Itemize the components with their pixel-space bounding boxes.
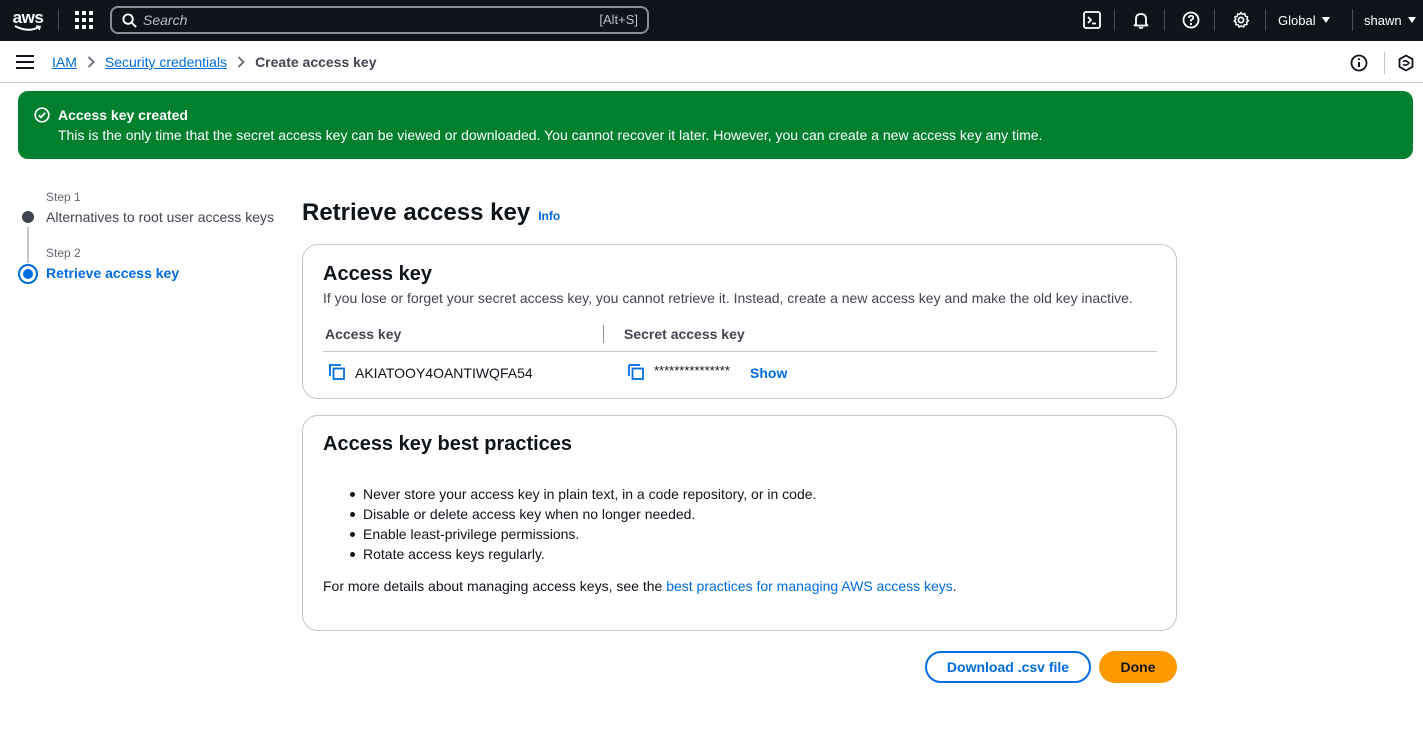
list-item: Disable or delete access key when no lon… — [350, 504, 816, 524]
best-practices-list: Never store your access key in plain tex… — [350, 484, 816, 564]
col-header-access-key: Access key — [325, 326, 402, 342]
copy-secret-key-icon[interactable] — [628, 364, 644, 380]
info-circle-icon[interactable] — [1350, 54, 1368, 72]
step-2-label: Step 2 — [46, 246, 81, 260]
top-navigation: aws [Alt+S] — [0, 0, 1423, 41]
breadcrumb-current: Create access key — [255, 54, 377, 70]
access-key-card-description: If you lose or forget your secret access… — [323, 290, 1133, 306]
show-secret-key-link[interactable]: Show — [750, 365, 787, 381]
search-icon — [122, 12, 137, 28]
more-details-text: For more details about managing access k… — [323, 578, 957, 594]
table-divider — [323, 351, 1157, 352]
best-practices-link[interactable]: best practices for managing AWS access k… — [666, 578, 953, 594]
breadcrumb-security-credentials[interactable]: Security credentials — [105, 54, 227, 70]
menu-icon[interactable] — [16, 55, 34, 69]
search-input[interactable] — [143, 12, 563, 28]
caret-down-icon — [1407, 17, 1416, 23]
breadcrumb-iam[interactable]: IAM — [52, 54, 77, 70]
aws-logo-text: aws — [12, 7, 44, 27]
nav-divider — [1265, 9, 1266, 31]
region-label: Global — [1278, 12, 1316, 28]
help-icon[interactable] — [1180, 9, 1202, 31]
step-connector — [27, 227, 29, 263]
gear-icon[interactable] — [1230, 9, 1252, 31]
chevron-right-icon — [87, 56, 95, 68]
aws-logo[interactable]: aws — [10, 6, 46, 34]
flash-message: This is the only time that the secret ac… — [58, 127, 1043, 143]
chevron-right-icon — [237, 56, 245, 68]
breadcrumb: IAM Security credentials Create access k… — [52, 54, 377, 70]
access-key-card: Access key If you lose or forget your se… — [302, 244, 1177, 399]
copy-access-key-icon[interactable] — [329, 364, 345, 380]
nav-divider — [1114, 9, 1115, 31]
cloudshell-icon[interactable] — [1081, 9, 1103, 31]
more-details-suffix: . — [952, 578, 957, 594]
feedback-hexagon-icon[interactable] — [1397, 54, 1415, 72]
best-practices-title: Access key best practices — [323, 433, 573, 455]
list-item: Never store your access key in plain tex… — [350, 484, 816, 504]
access-key-card-title: Access key — [323, 263, 432, 285]
region-selector[interactable]: Global — [1278, 10, 1330, 30]
info-link[interactable]: Info — [538, 209, 560, 223]
user-menu[interactable]: shawn — [1364, 10, 1416, 30]
list-item: Rotate access keys regularly. — [350, 544, 816, 564]
more-details-prefix: For more details about managing access k… — [323, 578, 667, 594]
access-key-value: AKIATOOY4OANTIWQFA54 — [355, 365, 533, 381]
col-header-secret-key: Secret access key — [624, 326, 745, 342]
user-label: shawn — [1364, 12, 1402, 28]
download-csv-button[interactable]: Download .csv file — [925, 651, 1091, 683]
bell-icon[interactable] — [1130, 9, 1152, 31]
secret-key-masked: *************** — [654, 363, 730, 378]
step-1-title[interactable]: Alternatives to root user access keys — [46, 209, 274, 225]
search-shortcut-hint: [Alt+S] — [599, 12, 638, 27]
nav-divider — [1214, 9, 1215, 31]
page-title-row: Retrieve access key Info — [302, 199, 560, 227]
step-2-title: Retrieve access key — [46, 265, 180, 281]
nav-divider — [1164, 9, 1165, 31]
flash-title: Access key created — [58, 107, 188, 123]
caret-down-icon — [1321, 17, 1330, 23]
step-completed-dot-icon — [22, 211, 34, 223]
column-divider — [603, 325, 604, 343]
check-circle-icon — [34, 107, 50, 123]
step-1-label: Step 1 — [46, 190, 81, 204]
list-item: Enable least-privilege permissions. — [350, 524, 816, 544]
success-flash-banner: Access key created This is the only time… — [18, 91, 1413, 159]
search-bar[interactable]: [Alt+S] — [110, 6, 649, 34]
services-grid-icon[interactable] — [72, 8, 96, 32]
page-title: Retrieve access key — [302, 199, 531, 226]
done-button[interactable]: Done — [1099, 651, 1177, 683]
aws-smile-icon — [14, 24, 42, 31]
nav-divider — [1352, 9, 1353, 31]
nav-divider — [58, 9, 59, 31]
step-current-dot-icon — [18, 264, 38, 284]
breadcrumb-divider — [1384, 52, 1385, 74]
breadcrumb-bar: IAM Security credentials Create access k… — [0, 41, 1423, 83]
best-practices-card: Access key best practices Never store yo… — [302, 415, 1177, 631]
